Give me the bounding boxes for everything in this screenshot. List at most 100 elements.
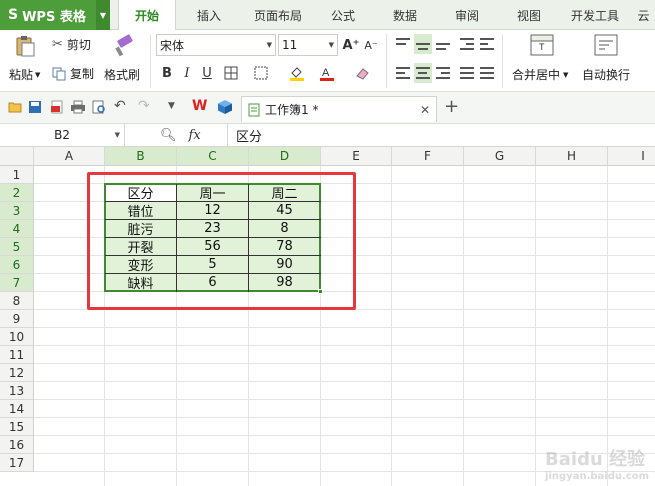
- wrap-text-icon-button[interactable]: [594, 34, 618, 56]
- table-cell[interactable]: 5: [177, 256, 248, 273]
- font-name-select[interactable]: 宋体 ▼: [156, 34, 276, 56]
- merge-center-menu[interactable]: 合并居中 ▼: [512, 66, 568, 83]
- row-header-11[interactable]: 11: [0, 346, 34, 364]
- row-header-12[interactable]: 12: [0, 364, 34, 382]
- justify-button[interactable]: [458, 63, 476, 83]
- borders-button[interactable]: [222, 63, 240, 83]
- table-header-cell[interactable]: 周一: [177, 184, 248, 202]
- underline-button[interactable]: U: [198, 63, 216, 83]
- column-header-h[interactable]: H: [536, 147, 608, 166]
- align-left-button[interactable]: [394, 63, 412, 83]
- row-header-6[interactable]: 6: [0, 256, 34, 274]
- cell-fill-pattern-button[interactable]: [252, 63, 270, 83]
- column-header-g[interactable]: G: [464, 147, 536, 166]
- align-bottom-button[interactable]: [434, 34, 452, 54]
- table-cell[interactable]: 缺料: [105, 274, 176, 292]
- document-tab[interactable]: 工作簿1 * ✕: [241, 96, 437, 122]
- align-top-button[interactable]: [394, 34, 412, 54]
- save-icon[interactable]: [28, 100, 42, 114]
- row-header-1[interactable]: 1: [0, 166, 34, 184]
- fx-icon[interactable]: fx: [189, 128, 201, 143]
- customize-toolbar-icon[interactable]: ▼: [168, 101, 175, 111]
- row-header-8[interactable]: 8: [0, 292, 34, 310]
- chevron-down-icon[interactable]: ▼: [96, 0, 110, 30]
- paste-menu[interactable]: 粘贴 ▼: [9, 66, 40, 83]
- print-icon[interactable]: [70, 100, 86, 114]
- tab-data[interactable]: 数据: [380, 0, 430, 30]
- open-folder-icon[interactable]: [8, 101, 22, 113]
- copy-button[interactable]: 复制: [52, 65, 94, 82]
- print-preview-icon[interactable]: [92, 100, 106, 114]
- font-color-button[interactable]: A: [318, 63, 336, 83]
- font-grow-button[interactable]: A⁺: [342, 35, 360, 55]
- zoom-function-icon[interactable]: 🔍︎: [160, 128, 177, 143]
- row-header-3[interactable]: 3: [0, 202, 34, 220]
- table-cell[interactable]: 78: [249, 238, 320, 255]
- row-header-13[interactable]: 13: [0, 382, 34, 400]
- table-cell[interactable]: 脏污: [105, 220, 176, 238]
- table-cell[interactable]: 45: [249, 202, 320, 219]
- row-header-9[interactable]: 9: [0, 310, 34, 328]
- column-header-b[interactable]: B: [105, 147, 177, 166]
- clear-format-button[interactable]: [354, 63, 372, 83]
- format-painter-button[interactable]: [108, 34, 142, 58]
- table-cell[interactable]: 错位: [105, 202, 176, 220]
- fill-color-button[interactable]: [288, 63, 306, 83]
- wps-w-icon[interactable]: W: [192, 98, 207, 114]
- tab-formulas[interactable]: 公式: [318, 0, 368, 30]
- row-header-4[interactable]: 4: [0, 220, 34, 238]
- table-cell[interactable]: 56: [177, 238, 248, 255]
- align-center-button[interactable]: [414, 63, 432, 83]
- wrap-text-label[interactable]: 自动换行: [582, 66, 630, 83]
- row-header-17[interactable]: 17: [0, 454, 34, 472]
- cut-button[interactable]: ✂ 剪切: [52, 36, 91, 53]
- redo-icon[interactable]: ↷: [138, 98, 150, 114]
- tab-insert[interactable]: 插入: [183, 0, 235, 30]
- app-menu-button[interactable]: S WPS 表格 ▼: [0, 0, 110, 30]
- table-cell[interactable]: 12: [177, 202, 248, 219]
- table-header-cell[interactable]: 区分: [105, 184, 176, 202]
- column-header-i[interactable]: I: [608, 147, 655, 166]
- row-header-14[interactable]: 14: [0, 400, 34, 418]
- font-shrink-button[interactable]: A⁻: [362, 35, 380, 55]
- table-cell[interactable]: 90: [249, 256, 320, 273]
- tab-review[interactable]: 审阅: [442, 0, 492, 30]
- table-header-cell[interactable]: 周二: [249, 184, 320, 202]
- column-header-f[interactable]: F: [392, 147, 464, 166]
- tab-page-layout[interactable]: 页面布局: [243, 0, 313, 30]
- bold-button[interactable]: B: [158, 63, 176, 83]
- table-cell[interactable]: 6: [177, 274, 248, 291]
- column-header-d[interactable]: D: [249, 147, 321, 166]
- tab-cloud[interactable]: 云: [632, 0, 655, 30]
- export-pdf-icon[interactable]: [50, 100, 64, 114]
- column-header-a[interactable]: A: [34, 147, 105, 166]
- cube-icon[interactable]: [217, 99, 233, 115]
- select-all-corner[interactable]: [0, 147, 34, 166]
- undo-icon[interactable]: ↶: [114, 98, 126, 114]
- font-size-select[interactable]: 11 ▼: [278, 34, 338, 56]
- row-header-16[interactable]: 16: [0, 436, 34, 454]
- spreadsheet-grid[interactable]: ABCDEFGHI 1 2 3 4 5 6 7 8 9 10 11 12 13 14 15 16 17 区分 周一…: [0, 147, 655, 486]
- table-cell[interactable]: 开裂: [105, 238, 176, 256]
- row-header-5[interactable]: 5: [0, 238, 34, 256]
- paste-button[interactable]: [8, 34, 42, 58]
- new-tab-icon[interactable]: +: [444, 96, 459, 117]
- row-header-10[interactable]: 10: [0, 328, 34, 346]
- row-header-15[interactable]: 15: [0, 418, 34, 436]
- decrease-indent-button[interactable]: [458, 34, 476, 54]
- row-header-7[interactable]: 7: [0, 274, 34, 292]
- close-icon[interactable]: ✕: [420, 103, 430, 117]
- tab-developer[interactable]: 开发工具: [564, 0, 626, 30]
- table-cell[interactable]: 98: [249, 274, 320, 291]
- increase-indent-button[interactable]: [478, 34, 496, 54]
- merge-center-icon-button[interactable]: T: [530, 34, 554, 56]
- align-right-button[interactable]: [434, 63, 452, 83]
- column-header-e[interactable]: E: [321, 147, 392, 166]
- fill-handle[interactable]: [318, 289, 323, 294]
- row-header-2[interactable]: 2: [0, 184, 34, 202]
- formula-input[interactable]: 区分: [227, 124, 655, 146]
- table-cell[interactable]: 23: [177, 220, 248, 237]
- table-cell[interactable]: 变形: [105, 256, 176, 274]
- distributed-button[interactable]: [478, 63, 496, 83]
- name-box[interactable]: B2 ▼: [0, 124, 125, 146]
